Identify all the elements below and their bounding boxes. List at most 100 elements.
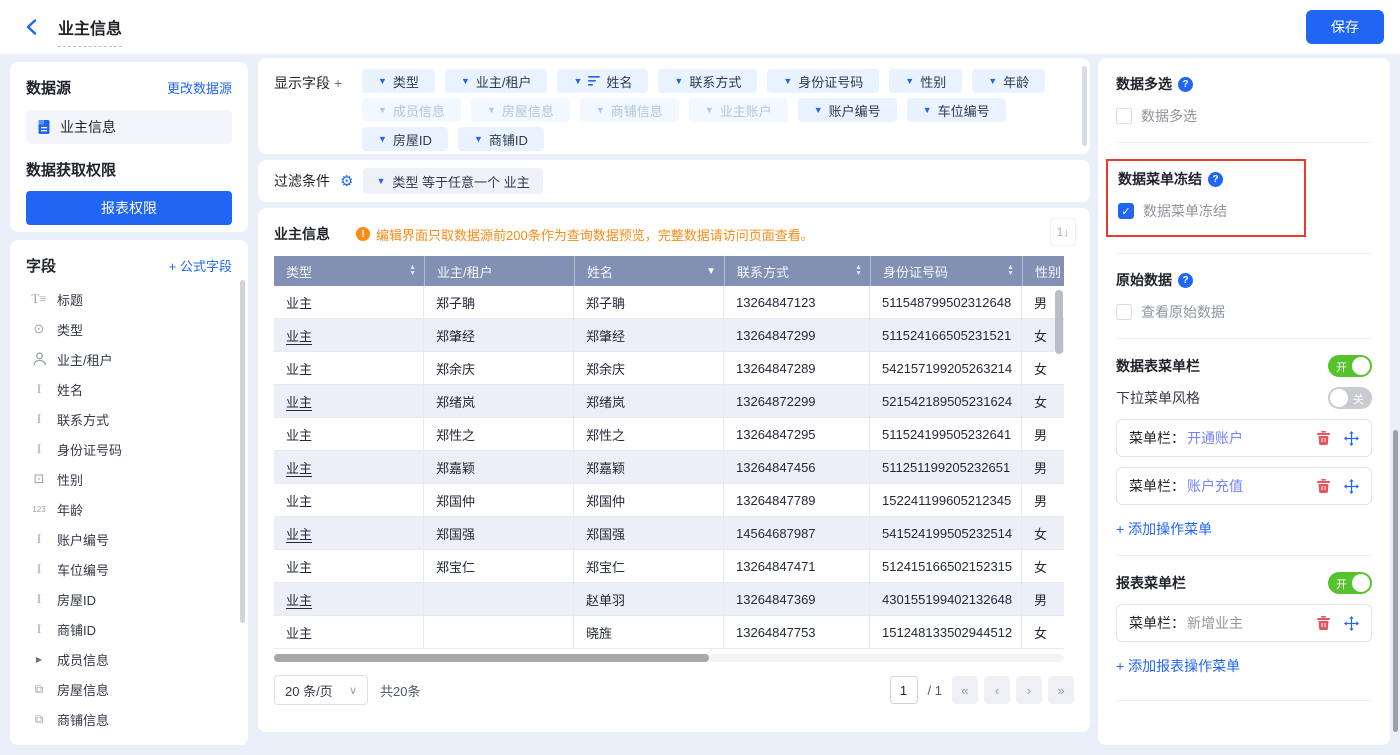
checkbox-unchecked[interactable] [1116,108,1132,124]
dropdown-style-toggle[interactable]: 关 [1328,387,1372,409]
menu-freeze-checkbox-row[interactable]: ✓ 数据菜单冻结 [1118,201,1288,221]
checkbox-unchecked[interactable] [1116,304,1132,320]
chip-type[interactable]: ▼类型 [362,69,435,93]
table-row[interactable]: 业主 郑国强 郑国强 14564687987 54152419950523251… [274,517,1064,550]
field-item-owner[interactable]: 业主/租户 [26,344,232,374]
field-item-type[interactable]: ⊙类型 [26,314,232,344]
move-icon[interactable] [1344,616,1359,631]
table-row[interactable]: 业主 郑余庆 郑余庆 13264847289 54215719920526321… [274,352,1064,385]
gear-icon[interactable]: ⚙ [340,172,353,190]
checkbox-checked[interactable]: ✓ [1118,203,1134,219]
table-menu-toggle[interactable]: 开 [1328,355,1372,377]
table-row[interactable]: 业主 郑宝仁 郑宝仁 13264847471 51241516650215231… [274,550,1064,583]
delete-icon[interactable] [1317,479,1330,493]
field-item-house-info[interactable]: ⧉房屋信息 [26,674,232,704]
move-icon[interactable] [1344,431,1359,446]
chip-shop-id[interactable]: ▼商铺ID [458,127,544,151]
current-page-input[interactable]: 1 [890,676,918,704]
window-scrollbar[interactable] [1393,430,1398,732]
add-formula-field-link[interactable]: + 公式字段 [169,256,232,275]
chip-house-info[interactable]: ▼房屋信息 [471,98,570,122]
report-menu-toggle[interactable]: 开 [1328,572,1372,594]
save-button[interactable]: 保存 [1306,10,1384,44]
table-row[interactable]: 业主 赵单羽 13264847369 430155199402132648 男 [274,583,1064,616]
chip-age[interactable]: ▼年龄 [972,69,1045,93]
delete-icon[interactable] [1317,616,1330,630]
sort-order-icon[interactable]: 1↓ [1050,218,1076,246]
move-icon[interactable] [1344,479,1359,494]
sort-updown-icon[interactable]: ▲▼ [409,265,416,277]
prev-page-button[interactable]: ‹ [984,676,1010,704]
field-item-house-id[interactable]: I房屋ID [26,584,232,614]
scrollbar-thumb[interactable] [274,654,709,662]
field-item-name[interactable]: I姓名 [26,374,232,404]
report-permission-button[interactable]: 报表权限 [26,191,232,225]
table-row[interactable]: 业主 郑子聃 郑子聃 13264847123 51154879950231264… [274,286,1064,319]
table-row[interactable]: 业主 晓旌 13264847753 151248133502944512 女 [274,616,1064,649]
field-item-idcard[interactable]: I身份证号码 [26,434,232,464]
chip-shop-info[interactable]: ▼商铺信息 [580,98,679,122]
table-row[interactable]: 业主 郑嘉颖 郑嘉颖 13264847456 51125119920523265… [274,451,1064,484]
field-item-shop-info[interactable]: ⧉商铺信息 [26,704,232,734]
table-row[interactable]: 业主 郑国仲 郑国仲 13264847789 15224119960521234… [274,484,1064,517]
menu-item-recharge[interactable]: 菜单栏： 账户充值 [1116,467,1372,505]
field-item-gender[interactable]: ⊡性别 [26,464,232,494]
back-icon[interactable] [20,15,44,39]
delete-icon[interactable] [1317,431,1330,445]
sort-updown-icon[interactable]: ▲▼ [855,265,862,277]
table-vertical-scrollbar[interactable] [1055,290,1063,354]
help-icon[interactable] [1208,172,1223,187]
sort-desc-icon[interactable]: ▼ [706,266,716,277]
chip-account[interactable]: ▼账户编号 [798,98,897,122]
chip-name[interactable]: ▼姓名 [557,69,648,93]
table-horizontal-scrollbar[interactable] [274,654,1064,662]
column-header-owner[interactable]: 业主/租户 [424,256,574,286]
field-item-phone[interactable]: I联系方式 [26,404,232,434]
field-item-shop-id[interactable]: I商铺ID [26,614,232,644]
chip-phone[interactable]: ▼联系方式 [658,69,757,93]
chip-house-id[interactable]: ▼房屋ID [362,127,448,151]
next-page-button[interactable]: › [1016,676,1042,704]
filter-label: 过滤条件 [274,171,330,191]
chip-idcard[interactable]: ▼身份证号码 [767,69,879,93]
filter-condition-chip[interactable]: ▼ 类型 等于任意一个 业主 [363,168,542,194]
field-item-title[interactable]: T≡标题 [26,284,232,314]
change-datasource-link[interactable]: 更改数据源 [167,78,232,97]
column-header-gender[interactable]: 性别 [1022,256,1064,286]
column-header-name[interactable]: 姓名▼ [574,256,724,286]
menu-item-new-owner[interactable]: 菜单栏： 新增业主 [1116,604,1372,642]
column-header-idcard[interactable]: 身份证号码▲▼ [870,256,1022,286]
chip-parking[interactable]: ▼车位编号 [907,98,1006,122]
page-size-select[interactable]: 20 条/页 ∨ [274,675,368,705]
multi-select-checkbox-row[interactable]: 数据多选 [1116,106,1372,126]
cell-idcard: 511524166505231521 [870,319,1022,352]
add-action-menu-link[interactable]: + 添加操作菜单 [1116,519,1372,539]
datasource-item[interactable]: 业主信息 [26,110,232,144]
help-icon[interactable] [1178,273,1193,288]
table-row[interactable]: 业主 郑性之 郑性之 13264847295 51152419950523264… [274,418,1064,451]
chip-owner-account[interactable]: ▼业主账户 [689,98,788,122]
sort-updown-icon[interactable]: ▲▼ [1007,265,1014,277]
chip-members[interactable]: ▼成员信息 [362,98,461,122]
menu-item-open-account[interactable]: 菜单栏： 开通账户 [1116,419,1372,457]
cell-phone: 13264872299 [724,385,870,418]
chip-gender[interactable]: ▼性别 [889,69,962,93]
add-report-action-menu-link[interactable]: + 添加报表操作菜单 [1116,656,1372,676]
column-header-phone[interactable]: 联系方式▲▼ [724,256,870,286]
table-row[interactable]: 业主 郑肇经 郑肇经 13264847299 51152416650523152… [274,319,1064,352]
field-item-age[interactable]: 123年龄 [26,494,232,524]
cell-phone: 13264847289 [724,352,870,385]
add-field-icon[interactable]: + [334,75,342,91]
field-item-parking[interactable]: I车位编号 [26,554,232,584]
table-row[interactable]: 业主 郑绪岚 郑绪岚 13264872299 52154218950523162… [274,385,1064,418]
display-fields-scrollbar[interactable] [1082,66,1087,146]
raw-data-checkbox-row[interactable]: 查看原始数据 [1116,302,1372,322]
field-item-members[interactable]: ▶成员信息 [26,644,232,674]
column-header-type[interactable]: 类型▲▼ [274,256,424,286]
help-icon[interactable] [1178,77,1193,92]
field-item-account[interactable]: I账户编号 [26,524,232,554]
first-page-button[interactable]: « [952,676,978,704]
chip-owner[interactable]: ▼业主/租户 [445,69,548,93]
last-page-button[interactable]: » [1048,676,1074,704]
fields-scrollbar[interactable] [240,280,245,623]
